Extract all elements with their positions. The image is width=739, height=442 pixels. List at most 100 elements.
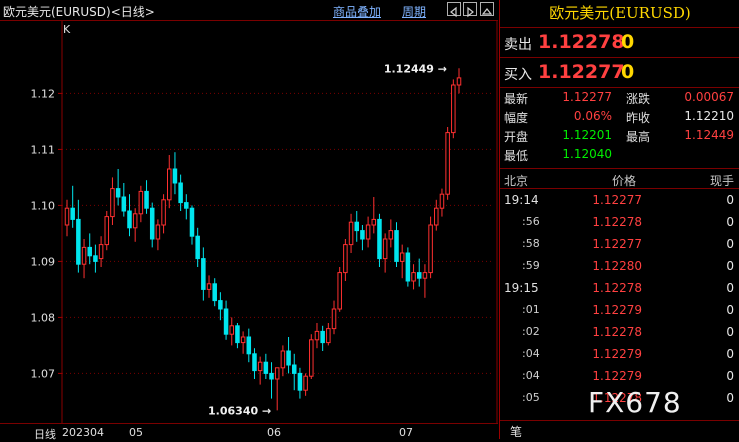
candle-body xyxy=(354,221,360,232)
ytick-label: 1.10 xyxy=(31,199,56,212)
candle-body xyxy=(229,325,235,335)
tick-price: 1.12277 xyxy=(592,193,642,207)
stat-high-value: 1.12449 xyxy=(684,128,734,142)
ytick-label: 1.11 xyxy=(31,143,56,156)
candle-body xyxy=(184,202,189,209)
candle-body xyxy=(320,330,325,344)
ytick-label: 1.07 xyxy=(31,367,56,380)
tick-price: 1.12278 xyxy=(592,281,642,295)
candle-body xyxy=(445,132,450,195)
xtick-label: 05 xyxy=(129,426,143,439)
candle-body xyxy=(64,207,70,226)
tick-volume: 0 xyxy=(726,325,734,339)
candle-body xyxy=(257,361,263,372)
candle-body xyxy=(81,246,87,265)
tick-row: 19:14 1.12277 0 xyxy=(500,189,739,211)
tick-time: :58 xyxy=(522,237,540,250)
tick-header-time: 北京 xyxy=(504,174,529,188)
candle-body xyxy=(439,193,445,209)
stat-latest-label: 最新 xyxy=(504,92,529,106)
candle-body xyxy=(246,336,252,355)
candle-body xyxy=(365,224,371,240)
tick-volume: 0 xyxy=(726,193,734,207)
candle-body xyxy=(411,272,416,282)
prev-arrow-icon[interactable] xyxy=(447,2,461,18)
candle-body xyxy=(110,188,115,218)
panel-tab-bar: 笔 xyxy=(500,420,739,440)
kline-chart-svg: K 1.07 1.08 1.09 1.10 1.11 1.12 1.12449 → 1.06… xyxy=(31,21,498,423)
candle-body xyxy=(115,188,121,198)
candle-body xyxy=(326,328,331,344)
stat-prev-close-value: 1.12210 xyxy=(684,109,734,123)
candle-body xyxy=(149,207,155,240)
candle-body xyxy=(263,361,269,374)
candle-body xyxy=(144,190,149,209)
candle-body xyxy=(422,272,428,279)
tick-row: :01 1.12279 0 xyxy=(500,299,739,321)
tick-price: 1.12279 xyxy=(592,303,642,317)
stat-prev-close-label: 昨收 xyxy=(626,111,651,125)
stat-open-value: 1.12201 xyxy=(562,128,612,142)
tick-price: 1.12279 xyxy=(592,369,642,383)
candle-body xyxy=(382,238,388,260)
footer-period-label[interactable]: 日线 xyxy=(34,426,56,442)
stat-range-value: 0.06% xyxy=(573,109,612,123)
candle-body xyxy=(166,168,172,201)
candle-body xyxy=(104,216,110,246)
sell-label: 卖出 xyxy=(504,37,532,53)
candle-body xyxy=(201,258,206,290)
candle-body xyxy=(70,207,75,220)
tick-time: :04 xyxy=(522,369,540,382)
candle-body xyxy=(195,235,200,260)
candle-body xyxy=(138,190,144,215)
tick-header-volume: 现手 xyxy=(709,174,734,188)
buy-row[interactable]: 买入 1.12277 0 xyxy=(500,58,739,88)
period-link[interactable]: 周期 xyxy=(402,3,426,20)
tick-price: 1.12278 xyxy=(592,325,642,339)
candle-body xyxy=(377,218,382,260)
tick-row: :58 1.12277 0 xyxy=(500,233,739,255)
tick-volume: 0 xyxy=(726,237,734,251)
up-arrow-icon[interactable] xyxy=(480,2,494,16)
candle-body xyxy=(297,372,303,391)
stat-range-label: 幅度 xyxy=(504,111,529,125)
overlay-link[interactable]: 商品叠加 xyxy=(333,3,381,20)
next-arrow-icon[interactable] xyxy=(463,2,477,18)
candle-body xyxy=(172,168,178,184)
candle-body xyxy=(269,372,274,380)
candle-body xyxy=(286,350,291,366)
tick-price: 1.12280 xyxy=(592,259,642,273)
ytick-label: 1.08 xyxy=(31,311,56,324)
candle-body xyxy=(161,199,166,226)
stat-high-label: 最高 xyxy=(626,130,651,144)
candle-body xyxy=(360,230,365,240)
tick-row: 19:15 1.12278 0 xyxy=(500,277,739,299)
xtick-label: 202304 xyxy=(62,426,104,439)
candle-body xyxy=(155,224,161,240)
tick-time: 19:14 xyxy=(504,193,539,207)
tick-row: :04 1.12279 0 xyxy=(500,365,739,387)
candle-body xyxy=(405,252,411,282)
candle-body xyxy=(303,375,308,391)
kline-chart[interactable]: K 1.07 1.08 1.09 1.10 1.11 1.12 1.12449 → 1.06… xyxy=(0,21,498,423)
sell-row[interactable]: 卖出 1.12278 0 xyxy=(500,28,739,58)
candle-body xyxy=(212,283,217,302)
candle-body xyxy=(399,252,405,262)
candle-body xyxy=(291,364,297,374)
candle-body xyxy=(98,244,104,260)
candle-body xyxy=(76,218,81,265)
tick-row: :56 1.12278 0 xyxy=(500,211,739,233)
tick-time: :05 xyxy=(522,391,540,404)
chart-title: 欧元美元(EURUSD)<日线> xyxy=(3,5,155,19)
tick-volume: 0 xyxy=(726,369,734,383)
chart-k-label: K xyxy=(63,23,71,36)
candle-body xyxy=(343,244,348,274)
tick-tab[interactable]: 笔 xyxy=(510,423,522,440)
tick-price: 1.12278 xyxy=(592,215,642,229)
candle-body xyxy=(206,283,212,290)
tick-list[interactable]: 19:14 1.12277 0 :56 1.12278 0 :58 1.1227… xyxy=(500,189,739,409)
sell-volume: 0 xyxy=(621,31,635,53)
min-price-label: 1.06340 → xyxy=(208,404,271,417)
tick-price: 1.12277 xyxy=(592,237,642,251)
candle-body xyxy=(218,300,223,310)
